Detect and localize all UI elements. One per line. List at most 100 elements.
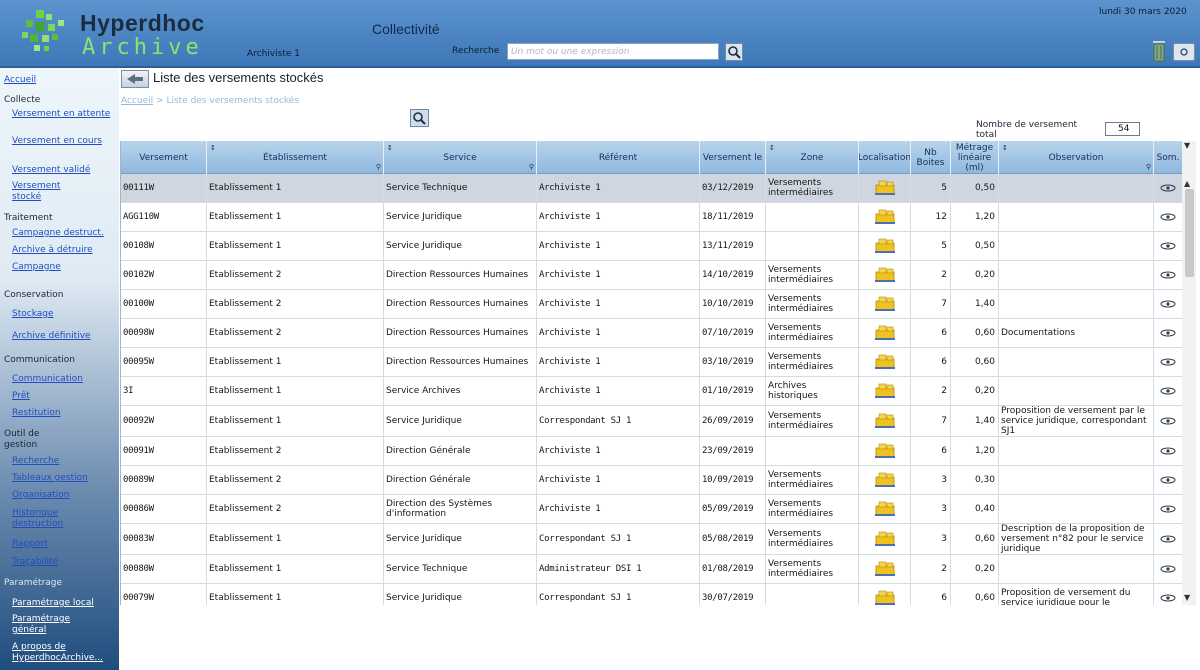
- location-icon[interactable]: [874, 325, 896, 341]
- sidebar-item-versement-stocke[interactable]: Versement stocké: [12, 181, 82, 203]
- col-localisation-cell[interactable]: [859, 174, 911, 202]
- col-localisation-cell[interactable]: [859, 437, 911, 465]
- col-localisation-cell[interactable]: [859, 319, 911, 347]
- view-icon[interactable]: [1160, 242, 1176, 250]
- col-zone-header[interactable]: Zone ↕: [766, 141, 859, 174]
- sidebar-item-tableaux-gestion[interactable]: Tableaux gestion: [12, 473, 88, 484]
- col-localisation-cell[interactable]: [859, 377, 911, 405]
- sidebar-item-tracabilite[interactable]: Traçabilité: [12, 557, 58, 568]
- view-icon[interactable]: [1160, 594, 1176, 602]
- filter-icon[interactable]: ⚲: [376, 162, 381, 172]
- col-localisation-header[interactable]: Localisation: [859, 141, 911, 174]
- sidebar-item-parametrage-general[interactable]: Paramétrage général: [12, 614, 82, 636]
- scrollbar-thumb[interactable]: [1185, 189, 1194, 277]
- view-icon[interactable]: [1160, 387, 1176, 395]
- table-row[interactable]: 00083W Etablissement 1 Service Juridique Co…: [121, 524, 1182, 555]
- col-sommaire-cell[interactable]: [1154, 377, 1182, 405]
- view-icon[interactable]: [1160, 358, 1176, 366]
- table-row[interactable]: 00091W Etablissement 2 Direction Générale A…: [121, 437, 1182, 466]
- col-versement-header[interactable]: Versement: [121, 141, 207, 174]
- table-row[interactable]: 00092W Etablissement 1 Service Juridique Co…: [121, 406, 1182, 437]
- col-localisation-cell[interactable]: [859, 348, 911, 376]
- col-sommaire-cell[interactable]: [1154, 584, 1182, 605]
- col-sommaire-cell[interactable]: [1154, 203, 1182, 231]
- search-button[interactable]: [725, 43, 743, 61]
- table-row[interactable]: 00079W Etablissement 1 Service Juridique Co…: [121, 584, 1182, 605]
- table-row[interactable]: 00080W Etablissement 1 Service Technique Ad…: [121, 555, 1182, 584]
- sidebar-item-a-propos[interactable]: A propos de HyperdhocArchive...: [12, 642, 117, 664]
- col-sommaire-cell[interactable]: [1154, 437, 1182, 465]
- col-nb-boites-header[interactable]: Nb Boites: [911, 141, 951, 174]
- col-metrage-header[interactable]: Métrage linéaire (ml): [951, 141, 999, 174]
- scroll-up-icon[interactable]: ▲: [1184, 179, 1190, 188]
- sidebar-item-recherche[interactable]: Recherche: [12, 456, 59, 467]
- col-localisation-cell[interactable]: [859, 584, 911, 605]
- view-icon[interactable]: [1160, 505, 1176, 513]
- view-icon[interactable]: [1160, 565, 1176, 573]
- sidebar-item-pret[interactable]: Prêt: [12, 391, 30, 402]
- col-sommaire-cell[interactable]: [1154, 319, 1182, 347]
- view-icon[interactable]: [1160, 271, 1176, 279]
- location-icon[interactable]: [874, 267, 896, 283]
- table-row[interactable]: 00098W Etablissement 2 Direction Ressource…: [121, 319, 1182, 348]
- location-icon[interactable]: [874, 238, 896, 254]
- column-menu-icon[interactable]: ▼: [1184, 141, 1190, 150]
- view-icon[interactable]: [1160, 213, 1176, 221]
- location-icon[interactable]: [874, 472, 896, 488]
- table-row[interactable]: 00102W Etablissement 2 Direction Ressource…: [121, 261, 1182, 290]
- col-sommaire-cell[interactable]: [1154, 261, 1182, 289]
- col-localisation-cell[interactable]: [859, 466, 911, 494]
- sidebar-item-restitution[interactable]: Restitution: [12, 408, 61, 419]
- col-sommaire-cell[interactable]: [1154, 290, 1182, 318]
- location-icon[interactable]: [874, 590, 896, 605]
- view-icon[interactable]: [1160, 417, 1176, 425]
- col-etablissement-header[interactable]: Établissement ↕ ⚲: [207, 141, 384, 174]
- col-sommaire-cell[interactable]: [1154, 348, 1182, 376]
- sidebar-item-versement-attente[interactable]: Versement en attente: [12, 109, 112, 120]
- col-sommaire-cell[interactable]: [1154, 466, 1182, 494]
- col-localisation-cell[interactable]: [859, 261, 911, 289]
- col-referent-header[interactable]: Référent: [537, 141, 700, 174]
- col-localisation-cell[interactable]: [859, 203, 911, 231]
- filter-icon[interactable]: ⚲: [529, 162, 534, 172]
- location-icon[interactable]: [874, 561, 896, 577]
- col-sommaire-cell[interactable]: [1154, 555, 1182, 583]
- sort-icon[interactable]: ↕: [387, 143, 393, 153]
- view-icon[interactable]: [1160, 184, 1176, 192]
- table-row[interactable]: AGG110W Etablissement 1 Service Juridique A…: [121, 203, 1182, 232]
- table-row[interactable]: 00108W Etablissement 1 Service Juridique Ar…: [121, 232, 1182, 261]
- col-sommaire-cell[interactable]: [1154, 406, 1182, 436]
- col-localisation-cell[interactable]: [859, 524, 911, 554]
- sidebar-item-archive-detruire[interactable]: Archive à détruire: [12, 245, 93, 256]
- sidebar-item-campagne[interactable]: Campagne: [12, 262, 61, 273]
- location-icon[interactable]: [874, 296, 896, 312]
- col-sommaire-cell[interactable]: [1154, 232, 1182, 260]
- view-icon[interactable]: [1160, 476, 1176, 484]
- col-localisation-cell[interactable]: [859, 406, 911, 436]
- sort-icon[interactable]: ↕: [210, 143, 216, 153]
- sort-icon[interactable]: ↕: [1002, 143, 1008, 153]
- location-icon[interactable]: [874, 383, 896, 399]
- trash-icon[interactable]: [1151, 38, 1167, 62]
- col-versement-le-header[interactable]: Versement le: [700, 141, 766, 174]
- col-sommaire-cell[interactable]: [1154, 524, 1182, 554]
- view-icon[interactable]: [1160, 447, 1176, 455]
- filter-button[interactable]: [410, 109, 429, 127]
- sidebar-item-communication[interactable]: Communication: [12, 374, 83, 385]
- col-localisation-cell[interactable]: [859, 495, 911, 523]
- table-row[interactable]: 00095W Etablissement 1 Direction Ressource…: [121, 348, 1182, 377]
- location-icon[interactable]: [874, 180, 896, 196]
- sidebar-item-archive-definitive[interactable]: Archive définitive: [12, 331, 91, 342]
- location-icon[interactable]: [874, 531, 896, 547]
- sidebar-item-accueil[interactable]: Accueil: [4, 75, 36, 86]
- col-sommaire-header[interactable]: Som.: [1154, 141, 1182, 174]
- table-row[interactable]: 00111W Etablissement 1 Service Technique Ar…: [121, 174, 1182, 203]
- table-row[interactable]: 00089W Etablissement 2 Direction Générale A…: [121, 466, 1182, 495]
- logout-button[interactable]: [1173, 43, 1195, 61]
- filter-icon[interactable]: ⚲: [1146, 162, 1151, 172]
- sort-icon[interactable]: ↕: [769, 143, 775, 153]
- col-service-header[interactable]: Service ↕ ⚲: [384, 141, 537, 174]
- table-row[interactable]: 3I Etablissement 1 Service Archives Archivi…: [121, 377, 1182, 406]
- sidebar-item-organisation[interactable]: Organisation: [12, 490, 70, 501]
- location-icon[interactable]: [874, 413, 896, 429]
